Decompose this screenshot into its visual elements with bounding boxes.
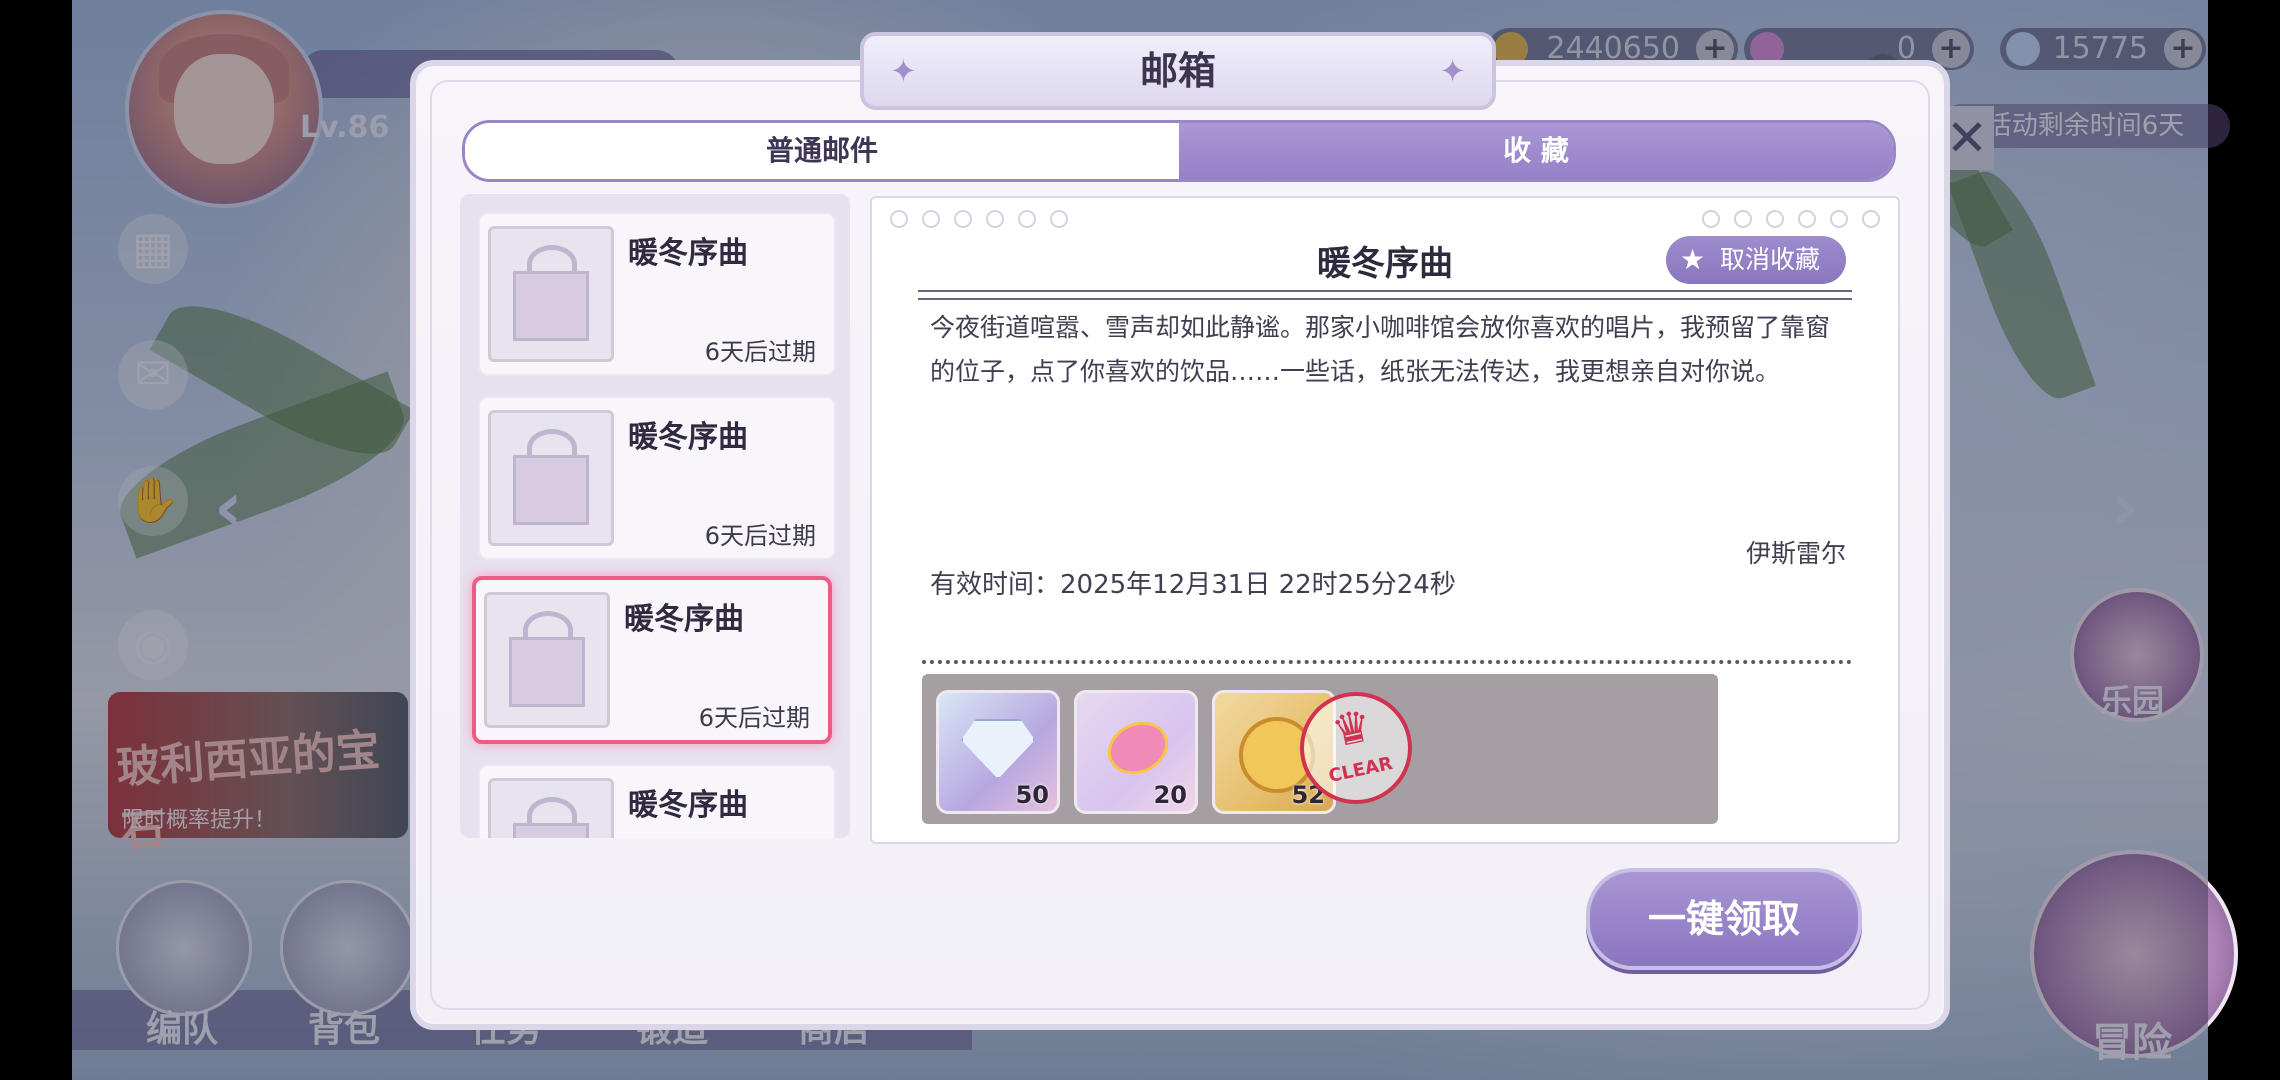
mail-sender: 伊斯雷尔 (1745, 539, 1846, 568)
mail-item-title: 暖冬序曲 (628, 788, 748, 823)
decorative-dots (890, 210, 1082, 232)
mail-list-item[interactable]: 暖冬序曲 (478, 764, 836, 838)
unfavorite-button[interactable]: ★ 取消收藏 (1666, 236, 1846, 284)
diamond-icon (961, 719, 1035, 779)
mail-list[interactable]: 暖冬序曲 6天后过期 暖冬序曲 6天后过期 暖冬序曲 6天后过期 暖冬序曲 (460, 194, 850, 838)
mail-item-expire: 6天后过期 (704, 338, 816, 366)
mail-list-item[interactable]: 暖冬序曲 6天后过期 (478, 396, 836, 560)
mail-valid-time: 有效时间：2025年12月31日 22时25分24秒 (930, 570, 1456, 600)
claim-all-button[interactable]: 一键领取 (1586, 868, 1862, 970)
mail-list-item-selected[interactable]: 暖冬序曲 6天后过期 (472, 576, 832, 744)
unfavorite-label: 取消收藏 (1720, 245, 1821, 274)
dotted-divider (922, 660, 1852, 664)
gift-icon (488, 226, 614, 362)
mail-body: 今夜街道喧嚣、雪声却如此静谧。那家小咖啡馆会放你喜欢的唱片，我预留了靠窗的位子，… (930, 313, 1831, 386)
reward-count: 50 (1015, 781, 1049, 809)
reward-candy[interactable]: 20 (1074, 690, 1198, 814)
reward-diamond[interactable]: 50 (936, 690, 1060, 814)
tab-favorites[interactable]: 收 藏 (1179, 123, 1893, 179)
gift-icon (488, 778, 614, 838)
mail-tabs: 普通邮件 收 藏 (462, 120, 1896, 182)
mail-detail-panel: 暖冬序曲 ★ 取消收藏 今夜街道喧嚣、雪声却如此静谧。那家小咖啡馆会放你喜欢的唱… (870, 196, 1900, 844)
gift-icon (484, 592, 610, 728)
tab-normal-mail[interactable]: 普通邮件 (465, 123, 1179, 179)
mailbox-title: 邮箱 (1139, 49, 1216, 93)
mail-item-title: 暖冬序曲 (628, 236, 748, 271)
mail-list-item[interactable]: 暖冬序曲 6天后过期 (478, 212, 836, 376)
gift-icon (488, 410, 614, 546)
mail-item-expire: 6天后过期 (698, 704, 810, 732)
decorative-dots (1702, 210, 1894, 232)
mail-item-title: 暖冬序曲 (628, 420, 748, 455)
sparkle-icon: ✦ (1439, 52, 1466, 90)
star-icon: ★ (1680, 243, 1706, 276)
mail-item-expire: 6天后过期 (704, 522, 816, 550)
reward-count: 20 (1153, 781, 1187, 809)
candy-icon (1099, 712, 1177, 784)
mail-item-title: 暖冬序曲 (624, 602, 744, 637)
reward-area: 50 20 52 ♛ CLEAR (922, 674, 1718, 824)
title-divider (918, 290, 1852, 300)
mailbox-title-plate: ✦ 邮箱 ✦ (860, 32, 1496, 110)
